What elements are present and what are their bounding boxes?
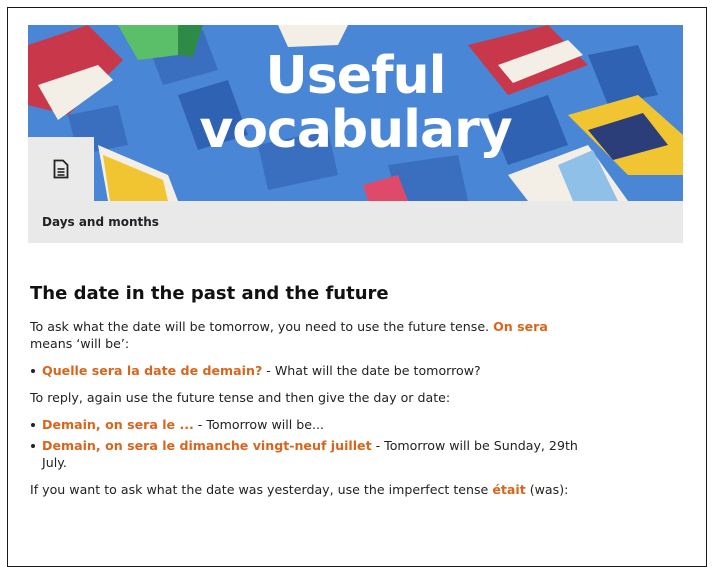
banner-title-line2: vocabulary	[199, 100, 512, 160]
french-phrase: Demain, on sera le dimanche vingt-neuf j…	[42, 438, 372, 453]
section-heading: The date in the past and the future	[30, 283, 389, 304]
banner-title: Useful vocabulary	[28, 49, 683, 157]
paragraph-text: If you want to ask what the date was yes…	[30, 482, 493, 497]
list-item: Demain, on sera le ... - Tomorrow will b…	[30, 416, 590, 433]
paragraph-text-2: (was):	[525, 482, 569, 497]
paragraph-text: To ask what the date will be tomorrow, y…	[30, 319, 494, 334]
paragraph-reply: To reply, again use the future tense and…	[30, 390, 451, 405]
french-phrase: Demain, on sera le ...	[42, 417, 194, 432]
document-type-badge	[28, 137, 94, 201]
banner-title-line1: Useful	[265, 46, 447, 106]
document-icon	[53, 159, 69, 179]
highlight-on-sera: On sera	[493, 319, 548, 334]
paragraph-future-intro: To ask what the date will be tomorrow, y…	[30, 318, 590, 352]
french-phrase: Quelle sera la date de demain?	[42, 363, 263, 378]
example-list-question: Quelle sera la date de demain? - What wi…	[30, 362, 590, 379]
english-translation: - Tomorrow will be...	[193, 417, 324, 432]
highlight-etait: était	[492, 482, 526, 497]
list-item: Quelle sera la date de demain? - What wi…	[30, 362, 590, 379]
list-item: Demain, on sera le dimanche vingt-neuf j…	[30, 437, 590, 471]
example-list-reply: Demain, on sera le ... - Tomorrow will b…	[30, 416, 590, 471]
banner-image: Useful vocabulary	[28, 25, 683, 201]
article-body: The date in the past and the future To a…	[30, 282, 590, 498]
english-translation: - What will the date be tomorrow?	[262, 363, 481, 378]
paragraph-text-2: means ‘will be’:	[30, 336, 130, 351]
topic-card[interactable]: Useful vocabulary Days and months	[28, 25, 683, 243]
card-label: Days and months	[42, 215, 159, 229]
paragraph-past-intro: If you want to ask what the date was yes…	[30, 481, 590, 498]
